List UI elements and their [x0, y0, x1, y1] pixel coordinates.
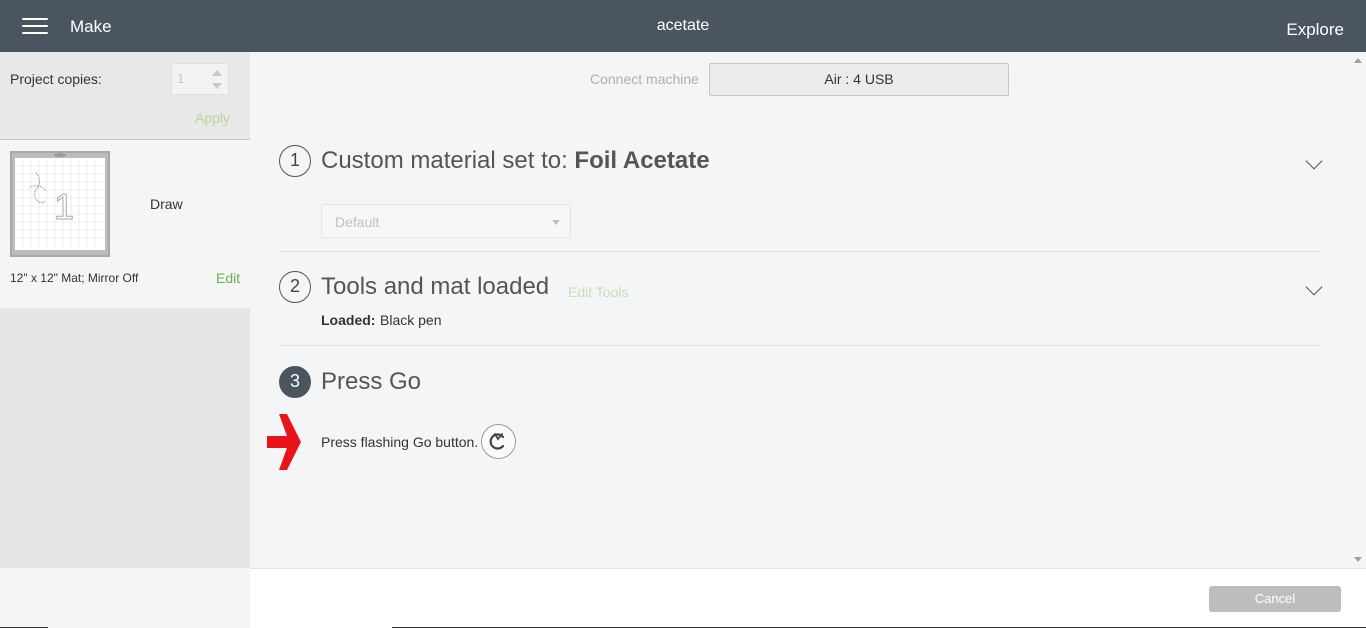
mat-panel: 1 Draw 12" x 12" Mat; Mirror Off Edit	[0, 140, 250, 308]
loaded-label: Loaded:	[321, 312, 376, 328]
step-1-title: Custom material set to: Foil Acetate	[321, 147, 710, 175]
sidebar: Project copies: 1 Apply 1 Draw 12" x 12"…	[0, 52, 250, 568]
step-2-chevron-down-icon[interactable]	[1305, 278, 1323, 296]
step-2-title: Tools and mat loaded	[321, 273, 550, 300]
apply-button[interactable]: Apply	[195, 110, 230, 126]
step-2-number: 2	[279, 271, 311, 303]
scrollbar[interactable]	[1350, 52, 1366, 568]
project-copies-panel: Project copies: 1 Apply	[0, 52, 250, 140]
red-arrow-icon	[267, 414, 301, 470]
press-go-instruction: Press flashing Go button.	[321, 434, 479, 450]
divider	[280, 251, 1320, 252]
svg-text:1: 1	[54, 186, 74, 227]
loaded-tool: Black pen	[380, 312, 442, 328]
explore-button[interactable]: Explore	[1286, 20, 1344, 40]
material-pressure-value: Default	[335, 214, 380, 230]
stepper-down-icon[interactable]	[212, 83, 222, 89]
step-3-title: Press Go	[321, 368, 422, 395]
material-pressure-select[interactable]: Default	[321, 204, 571, 238]
top-bar: Make acetate Explore	[0, 0, 1366, 52]
step-1-number: 1	[279, 145, 311, 177]
edit-tools-link[interactable]: Edit Tools	[568, 284, 628, 300]
connect-machine-select[interactable]: Air : 4 USB	[709, 63, 1009, 96]
mat-description: 12" x 12" Mat; Mirror Off	[10, 271, 139, 285]
project-title: acetate	[656, 17, 710, 34]
project-copies-stepper[interactable]: 1	[171, 63, 229, 95]
stepper-up-icon[interactable]	[212, 70, 222, 76]
step-1-title-prefix: Custom material set to:	[321, 147, 575, 174]
scroll-up-icon[interactable]	[1354, 58, 1362, 63]
mat-preview[interactable]: 1	[10, 151, 110, 257]
connect-machine-label: Connect machine	[590, 71, 699, 87]
step-1-chevron-down-icon[interactable]	[1305, 152, 1323, 170]
project-copies-label: Project copies:	[10, 71, 102, 87]
mat-mode-label: Draw	[150, 196, 183, 212]
mat-edit-link[interactable]: Edit	[216, 270, 240, 286]
footer-bar: Cancel	[250, 568, 1366, 628]
go-button-icon	[481, 424, 516, 459]
step-1-material-name: Foil Acetate	[574, 147, 710, 174]
project-copies-value: 1	[177, 71, 185, 86]
scroll-down-icon[interactable]	[1354, 557, 1362, 562]
divider	[280, 345, 1320, 346]
cancel-button[interactable]: Cancel	[1209, 586, 1341, 612]
main-content: Connect machine Air : 4 USB 1 Custom mat…	[250, 52, 1350, 568]
step-3-number: 3	[279, 366, 311, 398]
sidebar-footer	[0, 568, 250, 628]
mat-grid-preview: 1	[12, 153, 108, 255]
dropdown-caret-icon	[552, 220, 560, 225]
